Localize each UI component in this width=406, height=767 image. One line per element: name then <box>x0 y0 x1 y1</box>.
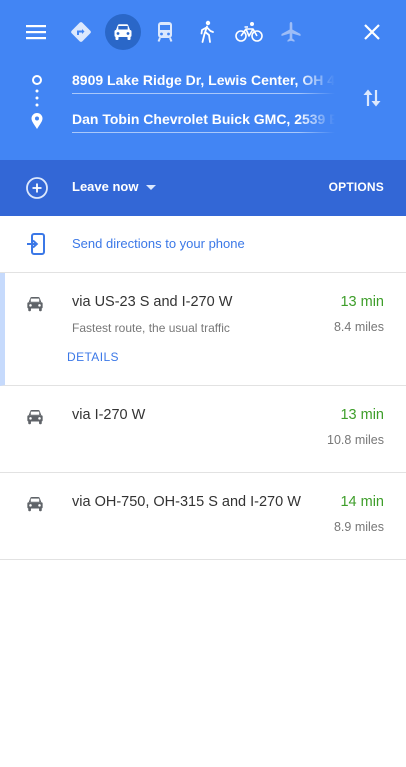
directions-header: 8909 Lake Ridge Dr, Lewis Center, OH 430… <box>0 0 406 160</box>
close-icon <box>364 24 380 40</box>
mode-transit-button[interactable] <box>147 14 183 50</box>
add-circle-icon <box>26 177 48 199</box>
departure-options-bar: Leave now OPTIONS <box>0 160 406 216</box>
mode-driving-button[interactable] <box>105 14 141 50</box>
send-directions-row[interactable]: Send directions to your phone <box>0 216 406 273</box>
leave-now-label: Leave now <box>72 179 139 194</box>
route-via-label: via US-23 S and I-270 W <box>72 294 233 310</box>
walking-person-icon <box>200 20 214 43</box>
airplane-icon <box>281 22 301 42</box>
car-icon <box>27 496 43 512</box>
travel-mode-bar <box>0 14 406 52</box>
route-duration: 13 min <box>340 294 384 310</box>
hamburger-menu-icon <box>26 25 46 40</box>
mode-flights-button[interactable] <box>273 14 309 50</box>
diamond-turn-icon <box>71 22 91 42</box>
route-duration: 13 min <box>340 407 384 423</box>
car-icon <box>114 24 132 40</box>
route-distance: 10.8 miles <box>327 433 384 447</box>
route-option-2[interactable]: via I-270 W 13 min 10.8 miles <box>0 386 406 473</box>
route-description: Fastest route, the usual traffic <box>72 321 230 335</box>
car-icon <box>27 409 43 425</box>
send-to-phone-icon <box>27 233 45 255</box>
route-distance: 8.9 miles <box>333 520 384 534</box>
destination-input[interactable]: Dan Tobin Chevrolet Buick GMC, 2539 Bill… <box>72 108 335 133</box>
send-directions-label: Send directions to your phone <box>72 236 245 251</box>
train-icon <box>157 22 173 42</box>
route-dots-icon <box>31 75 43 129</box>
route-via-label: via I-270 W <box>72 407 146 423</box>
origin-input[interactable]: 8909 Lake Ridge Dr, Lewis Center, OH 430… <box>72 69 335 94</box>
mode-walking-button[interactable] <box>189 14 225 50</box>
swap-arrows-icon <box>363 89 381 107</box>
car-icon <box>27 296 43 312</box>
options-button[interactable]: OPTIONS <box>329 180 384 194</box>
route-option-3[interactable]: via OH-750, OH-315 S and I-270 W 14 min … <box>0 473 406 560</box>
mode-best-button[interactable] <box>63 14 99 50</box>
leave-now-dropdown[interactable]: Leave now <box>72 179 157 194</box>
route-distance: 8.4 miles <box>333 320 384 334</box>
route-option-1[interactable]: via US-23 S and I-270 W Fastest route, t… <box>0 273 406 386</box>
route-duration: 14 min <box>340 494 384 510</box>
route-via-label: via OH-750, OH-315 S and I-270 W <box>72 494 301 510</box>
bicycle-icon <box>235 22 263 42</box>
mode-cycling-button[interactable] <box>231 14 267 50</box>
menu-button[interactable] <box>18 14 54 50</box>
add-destination-button[interactable] <box>19 170 55 206</box>
close-button[interactable] <box>354 14 390 50</box>
caret-down-icon <box>146 184 157 190</box>
swap-button[interactable] <box>354 80 390 116</box>
route-details-link[interactable]: DETAILS <box>67 350 119 364</box>
